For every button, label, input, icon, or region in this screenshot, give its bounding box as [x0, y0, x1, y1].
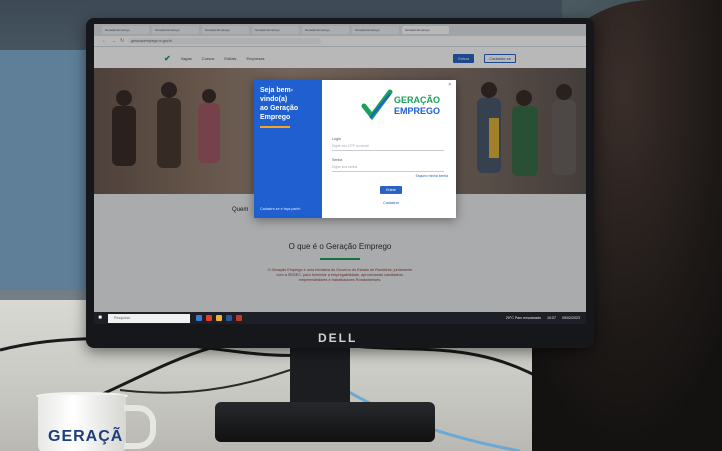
modal-welcome-panel: Seja bem-vindo(a) ao Geração Emprego Cad…	[254, 80, 322, 218]
taskbar-search-input[interactable]: Pesquisar	[108, 313, 190, 323]
clock-date[interactable]: 09/02/2023	[562, 316, 580, 320]
windows-start-icon[interactable]: ■	[94, 312, 106, 324]
blue-wall-panel	[0, 50, 90, 290]
app-icon[interactable]	[236, 315, 242, 321]
word-icon[interactable]	[226, 315, 232, 321]
task-view-icon[interactable]	[196, 315, 202, 321]
welcome-line-3: Emprego	[260, 114, 291, 121]
login-submit-button[interactable]: Entrar	[380, 186, 402, 194]
file-explorer-icon[interactable]	[216, 315, 222, 321]
register-cta-link[interactable]: Cadastre-se e faça parte!	[260, 207, 301, 211]
logo-word-1: GERAÇÃO	[394, 95, 440, 105]
windows-taskbar: ■ Pesquisar 29°C Parc ensolarado 10:07 0…	[94, 312, 586, 324]
mug-handle	[124, 405, 156, 449]
login-input[interactable]: Digite seu CPF ou email	[332, 142, 444, 151]
monitor-bezel-bottom: DELL	[86, 326, 594, 348]
password-label: Senha	[332, 158, 343, 162]
password-input[interactable]: Digite sua senha	[332, 163, 444, 172]
forgot-password-link[interactable]: Esqueci minha senha	[416, 174, 448, 178]
welcome-accent-bar	[260, 126, 290, 128]
login-label: Login	[332, 137, 341, 141]
office-scene: GERAÇÃ Geração Emprego Geração Emprego G…	[0, 0, 722, 451]
register-link[interactable]: Cadastrar	[380, 201, 402, 205]
close-icon[interactable]: ✕	[448, 82, 452, 88]
monitor: Geração Emprego Geração Emprego Geração …	[86, 18, 594, 348]
welcome-line-1: Seja bem-vindo(a)	[260, 87, 294, 103]
welcome-line-2: ao Geração	[260, 105, 299, 112]
mug-print: GERAÇÃ	[48, 428, 124, 445]
taskbar-apps	[196, 315, 242, 321]
chrome-icon[interactable]	[206, 315, 212, 321]
geracao-emprego-logo: GERAÇÃO EMPREGO	[361, 89, 440, 121]
monitor-stand-base	[215, 402, 435, 442]
weather-widget[interactable]: 29°C Parc ensolarado	[506, 316, 541, 320]
monitor-brand-logo: DELL	[318, 331, 358, 345]
logo-word-2: EMPREGO	[394, 106, 440, 116]
login-form-panel: ✕ GERAÇÃO EMPREGO Login Digite seu CPF o…	[322, 80, 456, 218]
clock-time[interactable]: 10:07	[547, 316, 556, 320]
login-modal: Seja bem-vindo(a) ao Geração Emprego Cad…	[254, 80, 456, 218]
screen: Geração Emprego Geração Emprego Geração …	[94, 24, 586, 324]
